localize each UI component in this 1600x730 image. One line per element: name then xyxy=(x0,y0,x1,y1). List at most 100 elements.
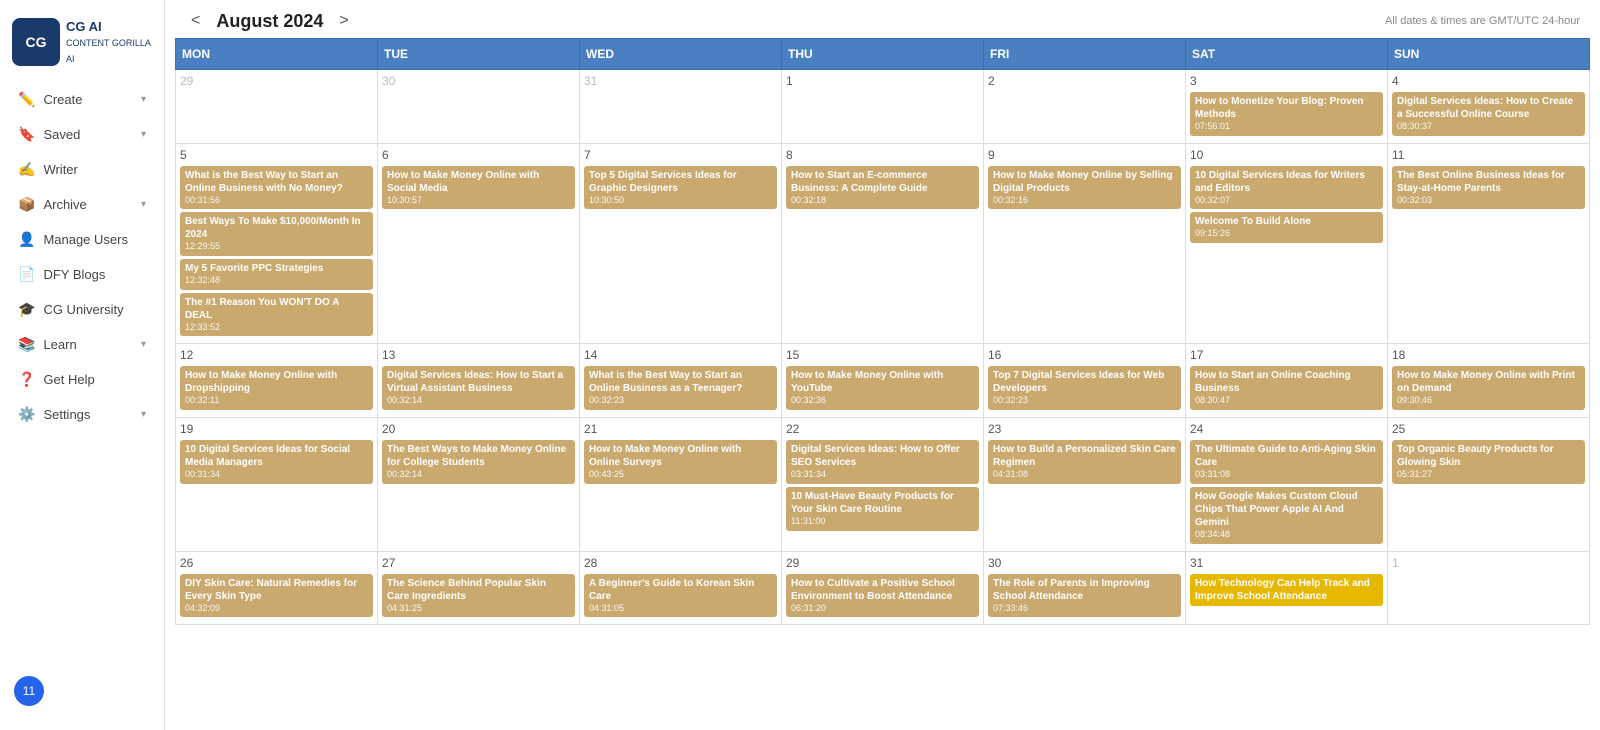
calendar-navigation: < August 2024 > xyxy=(185,10,355,32)
calendar-event[interactable]: How to Cultivate a Positive School Envir… xyxy=(786,574,979,618)
day-number: 13 xyxy=(382,348,575,362)
event-time: 00:32:16 xyxy=(993,195,1176,207)
calendar-cell[interactable]: 11The Best Online Business Ideas for Sta… xyxy=(1388,143,1590,344)
calendar-event[interactable]: How Technology Can Help Track and Improv… xyxy=(1190,574,1383,606)
calendar-event[interactable]: Digital Services Ideas: How to Create a … xyxy=(1392,92,1585,136)
calendar-event[interactable]: How to Build a Personalized Skin Care Re… xyxy=(988,440,1181,484)
event-time: 04:31:08 xyxy=(993,469,1176,481)
calendar-cell[interactable]: 22Digital Services Ideas: How to Offer S… xyxy=(782,418,984,551)
calendar-event[interactable]: The Best Ways to Make Money Online for C… xyxy=(382,440,575,484)
logo: CG CG AICONTENT GORILLA AI xyxy=(0,10,164,82)
event-time: 00:32:07 xyxy=(1195,195,1378,207)
calendar-cell[interactable]: 20The Best Ways to Make Money Online for… xyxy=(378,418,580,551)
calendar-event[interactable]: The Science Behind Popular Skin Care Ing… xyxy=(382,574,575,618)
calendar-event[interactable]: Top Organic Beauty Products for Glowing … xyxy=(1392,440,1585,484)
calendar-event[interactable]: How to Make Money Online with Online Sur… xyxy=(584,440,777,484)
calendar-event[interactable]: My 5 Favorite PPC Strategies12:32:48 xyxy=(180,259,373,290)
calendar-event[interactable]: 10 Digital Services Ideas for Writers an… xyxy=(1190,166,1383,210)
sidebar-item-cg-university[interactable]: 🎓 CG University xyxy=(4,293,160,326)
day-number: 10 xyxy=(1190,148,1383,162)
calendar-cell[interactable]: 18How to Make Money Online with Print on… xyxy=(1388,344,1590,418)
calendar-cell[interactable]: 16Top 7 Digital Services Ideas for Web D… xyxy=(984,344,1186,418)
calendar-event[interactable]: How to Make Money Online with YouTube00:… xyxy=(786,366,979,410)
sidebar-item-label: DFY Blogs xyxy=(43,267,105,282)
calendar-cell[interactable]: 12How to Make Money Online with Dropship… xyxy=(176,344,378,418)
sidebar-item-writer[interactable]: ✍️ Writer xyxy=(4,153,160,186)
calendar-event[interactable]: Top 5 Digital Services Ideas for Graphic… xyxy=(584,166,777,210)
logo-icon: CG xyxy=(12,18,60,66)
calendar-event[interactable]: 10 Must-Have Beauty Products for Your Sk… xyxy=(786,487,979,531)
calendar-cell[interactable]: 21How to Make Money Online with Online S… xyxy=(580,418,782,551)
next-month-button[interactable]: > xyxy=(333,10,354,32)
calendar-cell[interactable]: 24The Ultimate Guide to Anti-Aging Skin … xyxy=(1186,418,1388,551)
calendar-cell[interactable]: 29 xyxy=(176,70,378,144)
calendar-event[interactable]: How to Make Money Online with Social Med… xyxy=(382,166,575,210)
calendar-cell[interactable]: 30 xyxy=(378,70,580,144)
event-time: 10:30:57 xyxy=(387,195,570,207)
user-icon: 👤 xyxy=(18,231,35,248)
calendar-event[interactable]: How Google Makes Custom Cloud Chips That… xyxy=(1190,487,1383,544)
calendar-event[interactable]: How to Monetize Your Blog: Proven Method… xyxy=(1190,92,1383,136)
calendar-event[interactable]: Welcome To Build Alone09:15:26 xyxy=(1190,212,1383,243)
calendar-cell[interactable]: 1 xyxy=(1388,551,1590,625)
calendar-cell[interactable]: 4Digital Services Ideas: How to Create a… xyxy=(1388,70,1590,144)
calendar-event[interactable]: How to Make Money Online with Print on D… xyxy=(1392,366,1585,410)
calendar-cell[interactable]: 1910 Digital Services Ideas for Social M… xyxy=(176,418,378,551)
sidebar-item-archive[interactable]: 📦 Archive ▾ xyxy=(4,188,160,221)
calendar-cell[interactable]: 30The Role of Parents in Improving Schoo… xyxy=(984,551,1186,625)
calendar-cell[interactable]: 10 10 Digital Services Ideas for Writers … xyxy=(1186,143,1388,344)
calendar-cell[interactable]: 5What is the Best Way to Start an Online… xyxy=(176,143,378,344)
sidebar-item-learn[interactable]: 📚 Learn ▾ xyxy=(4,328,160,361)
calendar-cell[interactable]: 27The Science Behind Popular Skin Care I… xyxy=(378,551,580,625)
calendar-event[interactable]: DIY Skin Care: Natural Remedies for Ever… xyxy=(180,574,373,618)
sidebar-item-label: Create xyxy=(43,92,82,107)
calendar-event[interactable]: What is the Best Way to Start an Online … xyxy=(584,366,777,410)
calendar-event[interactable]: 10 Digital Services Ideas for Social Med… xyxy=(180,440,373,484)
calendar-event[interactable]: What is the Best Way to Start an Online … xyxy=(180,166,373,210)
calendar-event[interactable]: The Ultimate Guide to Anti-Aging Skin Ca… xyxy=(1190,440,1383,484)
calendar-cell[interactable]: 8 How to Start an E-commerce Business: A … xyxy=(782,143,984,344)
calendar-cell[interactable]: 6How to Make Money Online with Social Me… xyxy=(378,143,580,344)
calendar-cell[interactable]: 28A Beginner's Guide to Korean Skin Care… xyxy=(580,551,782,625)
notification-button[interactable]: 11 xyxy=(14,676,44,706)
calendar-event[interactable]: The Role of Parents in Improving School … xyxy=(988,574,1181,618)
calendar-event[interactable]: Top 7 Digital Services Ideas for Web Dev… xyxy=(988,366,1181,410)
sidebar-item-dfy-blogs[interactable]: 📄 DFY Blogs xyxy=(4,258,160,291)
calendar-cell[interactable]: 13 Digital Services Ideas: How to Start a… xyxy=(378,344,580,418)
event-title: My 5 Favorite PPC Strategies xyxy=(185,262,368,275)
calendar-event[interactable]: How to Start an Online Coaching Business… xyxy=(1190,366,1383,410)
calendar-cell[interactable]: 2 xyxy=(984,70,1186,144)
calendar-cell[interactable]: 31 xyxy=(580,70,782,144)
sidebar-item-settings[interactable]: ⚙️ Settings ▾ xyxy=(4,398,160,431)
sidebar-item-manage-users[interactable]: 👤 Manage Users xyxy=(4,223,160,256)
calendar-event[interactable]: Digital Services Ideas: How to Start a V… xyxy=(382,366,575,410)
day-number: 8 xyxy=(786,148,979,162)
calendar-cell[interactable]: 9How to Make Money Online by Selling Dig… xyxy=(984,143,1186,344)
calendar-event[interactable]: How to Make Money Online with Dropshippi… xyxy=(180,366,373,410)
calendar-cell[interactable]: 14What is the Best Way to Start an Onlin… xyxy=(580,344,782,418)
sidebar-item-get-help[interactable]: ❓ Get Help xyxy=(4,363,160,396)
calendar-cell[interactable]: 7Top 5 Digital Services Ideas for Graphi… xyxy=(580,143,782,344)
calendar-cell[interactable]: 3How to Monetize Your Blog: Proven Metho… xyxy=(1186,70,1388,144)
calendar-event[interactable]: A Beginner's Guide to Korean Skin Care04… xyxy=(584,574,777,618)
calendar-event[interactable]: The #1 Reason You WON'T DO A DEAL12:33:5… xyxy=(180,293,373,337)
calendar-event[interactable]: How to Start an E-commerce Business: A C… xyxy=(786,166,979,210)
calendar-cell[interactable]: 25Top Organic Beauty Products for Glowin… xyxy=(1388,418,1590,551)
calendar-event[interactable]: The Best Online Business Ideas for Stay-… xyxy=(1392,166,1585,210)
calendar-event[interactable]: Digital Services Ideas: How to Offer SEO… xyxy=(786,440,979,484)
calendar-cell[interactable]: 15How to Make Money Online with YouTube0… xyxy=(782,344,984,418)
calendar-event[interactable]: How to Make Money Online by Selling Digi… xyxy=(988,166,1181,210)
calendar-cell[interactable]: 31How Technology Can Help Track and Impr… xyxy=(1186,551,1388,625)
calendar-cell[interactable]: 26DIY Skin Care: Natural Remedies for Ev… xyxy=(176,551,378,625)
calendar-cell[interactable]: 1 xyxy=(782,70,984,144)
calendar-event[interactable]: Best Ways To Make $10,000/Month In 20241… xyxy=(180,212,373,256)
calendar-cell[interactable]: 29How to Cultivate a Positive School Env… xyxy=(782,551,984,625)
calendar-grid: MON TUE WED THU FRI SAT SUN 293031123How… xyxy=(175,38,1590,625)
calendar-cell[interactable]: 23How to Build a Personalized Skin Care … xyxy=(984,418,1186,551)
chevron-down-icon: ▾ xyxy=(141,94,146,105)
sidebar-item-saved[interactable]: 🔖 Saved ▾ xyxy=(4,118,160,151)
learn-icon: 📚 xyxy=(18,336,35,353)
prev-month-button[interactable]: < xyxy=(185,10,206,32)
calendar-cell[interactable]: 17How to Start an Online Coaching Busine… xyxy=(1186,344,1388,418)
sidebar-item-create[interactable]: ✏️ Create ▾ xyxy=(4,83,160,116)
